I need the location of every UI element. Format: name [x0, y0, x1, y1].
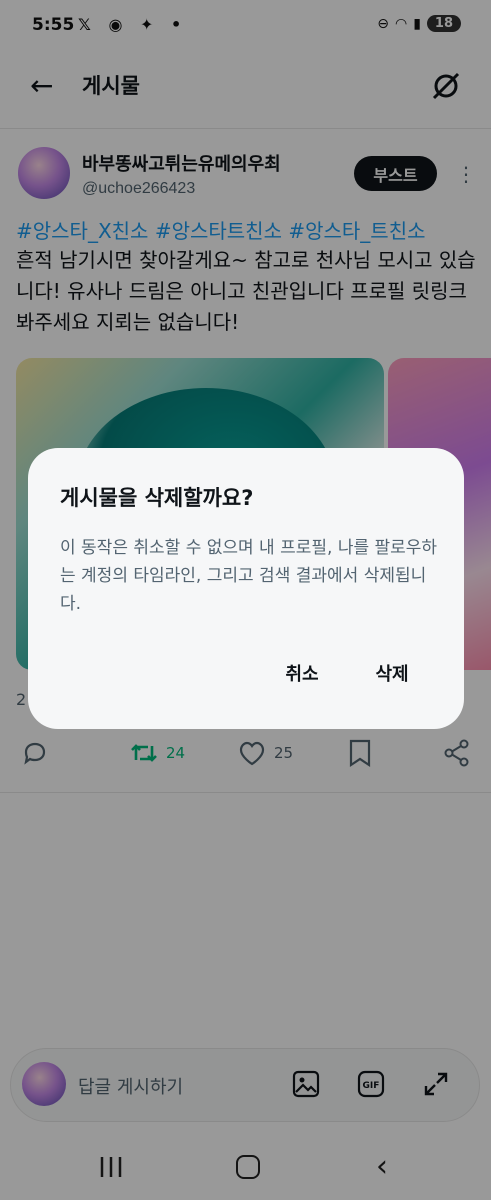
- delete-button[interactable]: 삭제: [360, 655, 424, 691]
- dialog-message: 이 동작은 취소할 수 없으며 내 프로필, 나를 팔로우하는 계정의 타임라인…: [60, 538, 438, 614]
- cancel-button[interactable]: 취소: [270, 655, 334, 691]
- dialog-title: 게시물을 삭제할까요?: [60, 486, 254, 510]
